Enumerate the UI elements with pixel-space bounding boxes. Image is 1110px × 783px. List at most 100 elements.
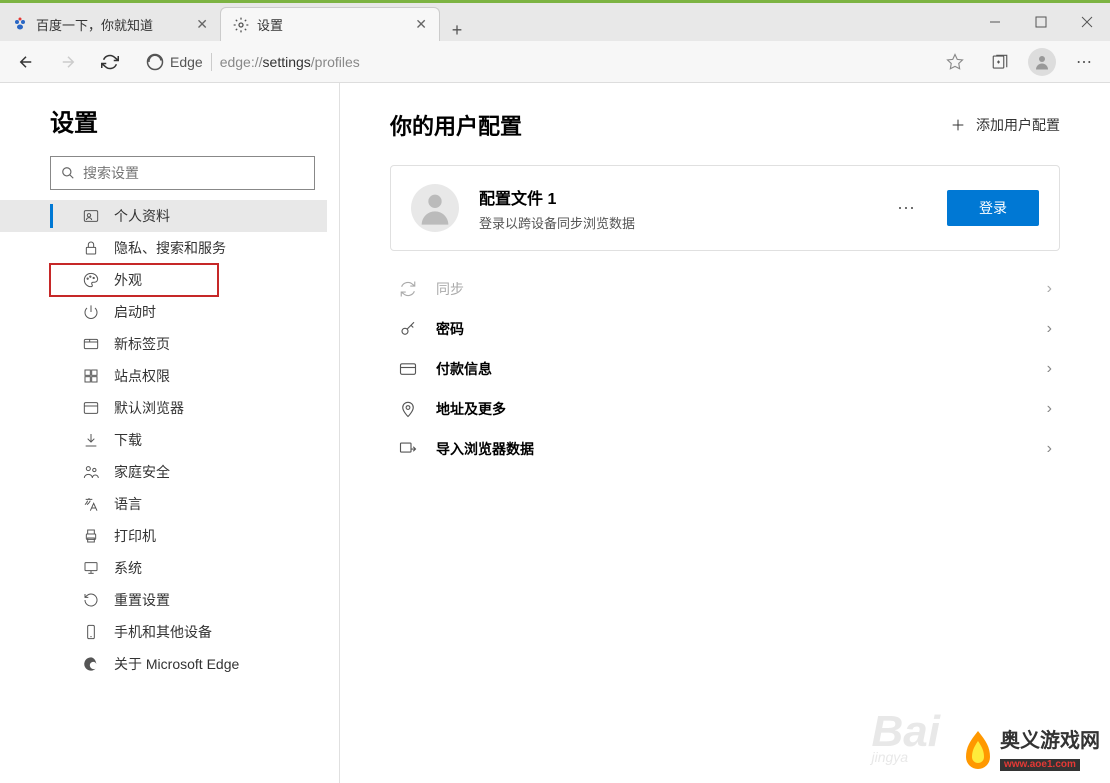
tab-icon xyxy=(82,336,100,352)
address-bar[interactable]: Edge edge://settings/profiles xyxy=(138,46,972,78)
sync-icon xyxy=(398,280,418,298)
new-tab-button[interactable]: + xyxy=(440,20,474,41)
phone-icon xyxy=(82,624,100,640)
sidebar-item-startup[interactable]: 启动时 xyxy=(0,296,327,328)
search-settings[interactable] xyxy=(50,156,315,190)
sidebar-item-label: 启动时 xyxy=(114,302,156,322)
sidebar-item-label: 语言 xyxy=(114,494,142,514)
sidebar-item-label: 站点权限 xyxy=(114,366,170,386)
settings-list: 同步 › 密码 › 付款信息 › 地址及更多 › 导入浏览器数据 › xyxy=(390,269,1060,469)
avatar-icon xyxy=(1028,48,1056,76)
url-text: edge://settings/profiles xyxy=(220,54,360,70)
sidebar-item-label: 打印机 xyxy=(114,526,156,546)
sidebar-item-appearance[interactable]: 外观 xyxy=(50,264,218,296)
titlebar: 百度一下，你就知道 ✕ 设置 ✕ + xyxy=(0,3,1110,41)
sidebar-item-default-browser[interactable]: 默认浏览器 xyxy=(0,392,327,424)
favorite-star-icon[interactable] xyxy=(946,53,964,71)
close-icon[interactable]: ✕ xyxy=(196,16,208,33)
profile-more-button[interactable]: ⋯ xyxy=(887,198,927,219)
more-menu-button[interactable]: ⋯ xyxy=(1064,44,1104,80)
sidebar-item-downloads[interactable]: 下载 xyxy=(0,424,327,456)
sidebar-item-devices[interactable]: 手机和其他设备 xyxy=(0,616,327,648)
chevron-right-icon: › xyxy=(1047,360,1052,378)
gear-icon xyxy=(233,17,249,33)
chevron-right-icon: › xyxy=(1047,400,1052,418)
toolbar: Edge edge://settings/profiles ⋯ xyxy=(0,41,1110,83)
system-icon xyxy=(82,560,100,576)
setting-label: 密码 xyxy=(436,319,1029,339)
sidebar-item-system[interactable]: 系统 xyxy=(0,552,327,584)
sidebar-item-label: 系统 xyxy=(114,558,142,578)
sidebar-item-newtab[interactable]: 新标签页 xyxy=(0,328,327,360)
sidebar-item-label: 默认浏览器 xyxy=(114,398,184,418)
sidebar-item-label: 重置设置 xyxy=(114,590,170,610)
profile-button[interactable] xyxy=(1022,44,1062,80)
close-window-button[interactable] xyxy=(1064,3,1110,41)
sidebar-item-label: 个人资料 xyxy=(114,206,170,226)
login-button[interactable]: 登录 xyxy=(947,190,1039,226)
search-icon xyxy=(61,166,75,180)
search-input[interactable] xyxy=(83,165,304,181)
profile-info: 配置文件 1 登录以跨设备同步浏览数据 xyxy=(479,185,867,232)
plus-icon xyxy=(950,117,966,133)
sidebar-item-languages[interactable]: 语言 xyxy=(0,488,327,520)
setting-label: 地址及更多 xyxy=(436,399,1029,419)
tab-title: 百度一下，你就知道 xyxy=(36,15,153,34)
reset-icon xyxy=(82,592,100,608)
sidebar-item-about[interactable]: 关于 Microsoft Edge xyxy=(0,648,327,680)
collections-button[interactable] xyxy=(980,44,1020,80)
profile-desc: 登录以跨设备同步浏览数据 xyxy=(479,213,867,232)
setting-row-addresses[interactable]: 地址及更多 › xyxy=(390,389,1060,429)
edge-label: Edge xyxy=(170,54,203,70)
content-header: 你的用户配置 添加用户配置 xyxy=(390,109,1060,141)
sidebar-item-family[interactable]: 家庭安全 xyxy=(0,456,327,488)
maximize-button[interactable] xyxy=(1018,3,1064,41)
power-icon xyxy=(82,304,100,320)
location-icon xyxy=(398,400,418,418)
setting-row-sync[interactable]: 同步 › xyxy=(390,269,1060,309)
flame-icon xyxy=(960,729,996,773)
sidebar-item-reset[interactable]: 重置设置 xyxy=(0,584,327,616)
profile-card: 配置文件 1 登录以跨设备同步浏览数据 ⋯ 登录 xyxy=(390,165,1060,251)
sidebar-item-label: 下载 xyxy=(114,430,142,450)
sidebar-item-label: 隐私、搜索和服务 xyxy=(114,238,226,258)
refresh-button[interactable] xyxy=(90,44,130,80)
close-icon[interactable]: ✕ xyxy=(415,16,427,33)
add-profile-button[interactable]: 添加用户配置 xyxy=(950,115,1060,135)
family-icon xyxy=(82,464,100,480)
sidebar-item-printers[interactable]: 打印机 xyxy=(0,520,327,552)
profile-card-icon xyxy=(82,208,100,224)
tab-baidu[interactable]: 百度一下，你就知道 ✕ xyxy=(0,7,220,41)
tab-settings[interactable]: 设置 ✕ xyxy=(220,7,440,41)
forward-button[interactable] xyxy=(48,44,88,80)
setting-label: 同步 xyxy=(436,279,1029,299)
site-watermark: 奥义游戏网 www.aoe1.com xyxy=(960,729,1100,773)
browser-icon xyxy=(82,400,100,416)
key-icon xyxy=(398,320,418,338)
import-icon xyxy=(398,440,418,458)
printer-icon xyxy=(82,528,100,544)
sidebar-item-label: 外观 xyxy=(114,270,142,290)
settings-sidebar: 设置 个人资料 隐私、搜索和服务 外观 启动时 新标签页 站点权限 默认浏览器 … xyxy=(0,83,340,783)
sidebar-item-privacy[interactable]: 隐私、搜索和服务 xyxy=(0,232,327,264)
divider xyxy=(211,53,212,71)
setting-row-payment[interactable]: 付款信息 › xyxy=(390,349,1060,389)
back-button[interactable] xyxy=(6,44,46,80)
setting-row-import[interactable]: 导入浏览器数据 › xyxy=(390,429,1060,469)
profile-name: 配置文件 1 xyxy=(479,185,867,209)
permissions-icon xyxy=(82,368,100,384)
setting-row-passwords[interactable]: 密码 › xyxy=(390,309,1060,349)
baidu-watermark: Bai jingya xyxy=(872,707,940,765)
chevron-right-icon: › xyxy=(1047,280,1052,298)
sidebar-item-label: 家庭安全 xyxy=(114,462,170,482)
setting-label: 付款信息 xyxy=(436,359,1029,379)
chevron-right-icon: › xyxy=(1047,440,1052,458)
add-profile-label: 添加用户配置 xyxy=(976,115,1060,135)
content-area: 你的用户配置 添加用户配置 配置文件 1 登录以跨设备同步浏览数据 ⋯ 登录 同… xyxy=(340,83,1110,783)
minimize-button[interactable] xyxy=(972,3,1018,41)
sidebar-item-permissions[interactable]: 站点权限 xyxy=(0,360,327,392)
edge-identity: Edge xyxy=(146,53,203,71)
card-icon xyxy=(398,360,418,378)
sidebar-item-profiles[interactable]: 个人资料 xyxy=(0,200,327,232)
window-controls xyxy=(972,3,1110,41)
